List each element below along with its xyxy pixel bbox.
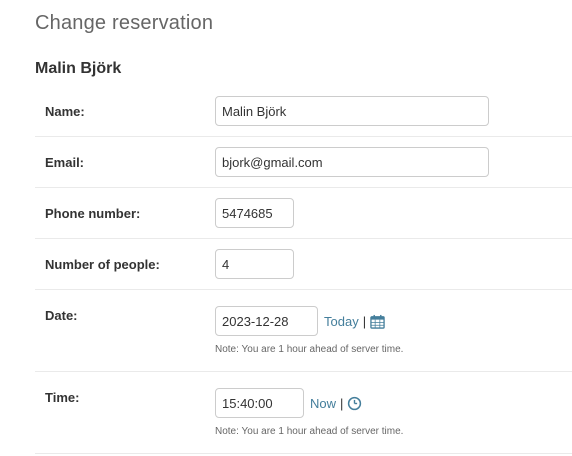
name-row: Name: bbox=[35, 86, 572, 137]
date-row: Date: Today | bbox=[35, 290, 572, 372]
page-title: Change reservation bbox=[35, 12, 214, 34]
people-label: Number of people: bbox=[45, 257, 160, 272]
object-title: Malin Björk bbox=[35, 60, 122, 77]
time-label: Time: bbox=[45, 390, 80, 405]
email-label: Email: bbox=[45, 155, 85, 170]
phone-label: Phone number: bbox=[45, 206, 141, 221]
phone-input[interactable] bbox=[215, 198, 294, 228]
time-separator: | bbox=[340, 395, 344, 411]
phone-row: Phone number: bbox=[35, 188, 572, 239]
email-row: Email: bbox=[35, 137, 572, 188]
people-row: Number of people: bbox=[35, 239, 572, 290]
now-link[interactable]: Now bbox=[310, 396, 336, 411]
reservation-form: Name: Email: Phone number: Number of peo… bbox=[35, 86, 572, 454]
calendar-icon[interactable] bbox=[370, 314, 385, 329]
date-input[interactable] bbox=[215, 306, 318, 336]
name-input[interactable] bbox=[215, 96, 489, 126]
email-input[interactable] bbox=[215, 147, 489, 177]
time-row: Time: Now | Note: You are 1 hour ahead o… bbox=[35, 372, 572, 454]
today-link[interactable]: Today bbox=[324, 314, 359, 329]
date-separator: | bbox=[362, 313, 367, 329]
time-help-text: Note: You are 1 hour ahead of server tim… bbox=[215, 426, 404, 437]
time-input[interactable] bbox=[215, 388, 304, 418]
date-label: Date: bbox=[45, 308, 78, 323]
people-input[interactable] bbox=[215, 249, 294, 279]
name-label: Name: bbox=[45, 104, 85, 119]
clock-icon[interactable] bbox=[347, 396, 362, 411]
date-help-text: Note: You are 1 hour ahead of server tim… bbox=[215, 344, 404, 355]
